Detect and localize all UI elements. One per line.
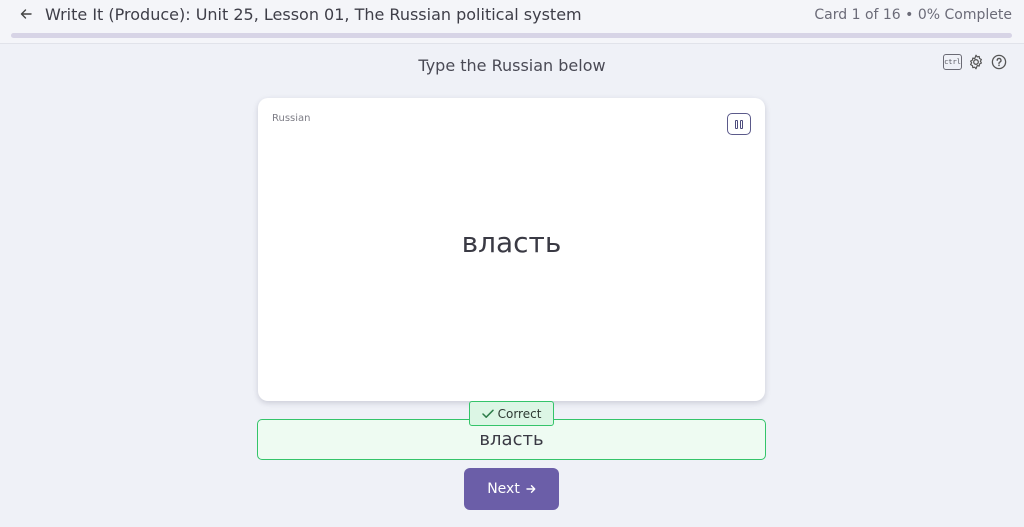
progress-status: Card 1 of 16 • 0% Complete [814, 7, 1012, 23]
next-button[interactable]: Next [464, 468, 559, 510]
next-button-label: Next [487, 481, 520, 497]
top-bar: Write It (Produce): Unit 25, Lesson 01, … [0, 0, 1024, 44]
answer-value: власть [479, 429, 544, 450]
card-word: власть [461, 226, 562, 259]
progress-bar [11, 33, 1012, 38]
arrow-right-icon [526, 485, 536, 493]
arrow-left-icon[interactable] [16, 4, 36, 24]
instruction-text: Type the Russian below [418, 56, 606, 75]
check-icon [481, 409, 494, 418]
flashcard: Russian власть [258, 98, 765, 401]
card-language-label: Russian [272, 113, 311, 124]
correct-label: Correct [497, 406, 542, 421]
pause-icon[interactable] [727, 113, 751, 135]
lesson-title: Write It (Produce): Unit 25, Lesson 01, … [45, 5, 582, 24]
correct-badge: Correct [469, 401, 554, 426]
